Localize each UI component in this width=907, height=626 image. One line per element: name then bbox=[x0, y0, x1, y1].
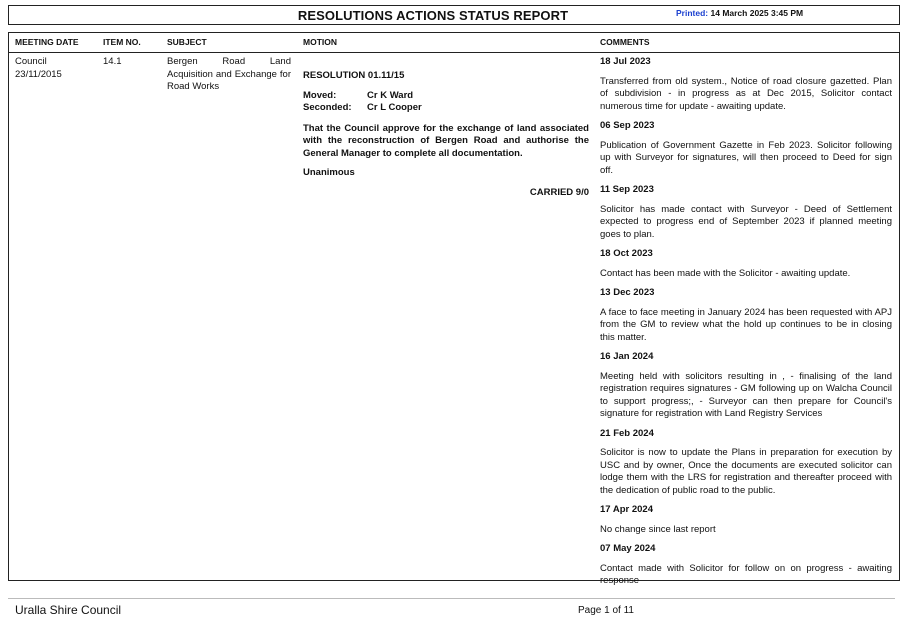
comment-entry: 18 Oct 2023 Contact has been made with th… bbox=[600, 248, 892, 280]
moved-value: Cr K Ward bbox=[367, 89, 414, 101]
col-comments: COMMENTS bbox=[600, 37, 650, 47]
comment-date: 13 Dec 2023 bbox=[600, 287, 655, 298]
comment-date: 11 Sep 2023 bbox=[600, 184, 654, 195]
comment-entry: 18 Jul 2023 Transferred from old system.,… bbox=[600, 56, 892, 113]
comment-text: Contact has been made with the Solicitor… bbox=[600, 267, 851, 279]
comment-text: Contact made with Solicitor for follow o… bbox=[600, 562, 892, 587]
table-header-row: MEETING DATE ITEM NO. SUBJECT MOTION COM… bbox=[9, 33, 899, 53]
comment-text: Meeting held with solicitors resulting i… bbox=[600, 370, 892, 420]
comment-date: 18 Oct 2023 bbox=[600, 248, 653, 259]
comment-date: 16 Jan 2024 bbox=[600, 351, 654, 362]
meeting-cell: Council 23/11/2015 bbox=[15, 56, 62, 81]
comment-entry: 06 Sep 2023 Publication of Government Gaz… bbox=[600, 120, 892, 177]
comment-entry: 21 Feb 2024 Solicitor is now to update th… bbox=[600, 428, 892, 498]
footer-organisation: Uralla Shire Council bbox=[15, 603, 122, 617]
printed-value: 14 March 2025 3:45 PM bbox=[710, 8, 804, 18]
report-header: RESOLUTIONS ACTIONS STATUS REPORT Printe… bbox=[8, 5, 900, 25]
seconded-label: Seconded: bbox=[303, 102, 352, 113]
printed-label: Printed: bbox=[676, 8, 709, 18]
comment-date: 21 Feb 2024 bbox=[600, 427, 654, 439]
col-subject: SUBJECT bbox=[167, 37, 207, 47]
carried-result: CARRIED 9/0 bbox=[529, 186, 589, 198]
comment-entry: 07 May 2024 Contact made with Solicitor f… bbox=[600, 543, 892, 588]
comment-date: 07 May 2024 bbox=[600, 543, 656, 554]
comment-text: No change since last report bbox=[600, 523, 716, 535]
comments-cell: 18 Jul 2023 Transferred from old system.,… bbox=[600, 56, 892, 595]
moved-label: Moved: bbox=[303, 89, 337, 101]
comment-date: 06 Sep 2023 bbox=[600, 120, 655, 131]
vote-result: Unanimous bbox=[303, 167, 355, 178]
comment-text: Transferred from old system., Notice of … bbox=[600, 75, 892, 112]
meeting-date: 23/11/2015 bbox=[15, 68, 62, 80]
comment-date: 18 Jul 2023 bbox=[600, 56, 651, 67]
page-number: Page 1 of 11 bbox=[578, 605, 634, 616]
moved-line: Moved: Cr K Ward bbox=[303, 90, 589, 103]
comment-entry: 17 Apr 2024 No change since last report bbox=[600, 504, 892, 536]
motion-text: That the Council approve for the exchang… bbox=[303, 122, 589, 159]
comment-entry: 13 Dec 2023 A face to face meeting in Jan… bbox=[600, 287, 892, 344]
comment-text: A face to face meeting in January 2024 h… bbox=[600, 306, 892, 343]
footer-divider bbox=[8, 598, 895, 599]
seconded-line: Seconded: Cr L Cooper bbox=[303, 102, 589, 115]
comment-text: Publication of Government Gazette in Feb… bbox=[600, 139, 892, 176]
col-item-no: ITEM NO. bbox=[103, 37, 141, 47]
seconded-value: Cr L Cooper bbox=[367, 102, 422, 113]
comment-date: 17 Apr 2024 bbox=[600, 504, 653, 515]
subject-text: Bergen Road Land Acquisition and Exchang… bbox=[167, 56, 291, 92]
meeting-name: Council bbox=[15, 56, 47, 67]
motion-cell: RESOLUTION 01.11/15 Moved: Cr K Ward Seco… bbox=[303, 56, 589, 199]
comment-entry: 16 Jan 2024 Meeting held with solicitors … bbox=[600, 351, 892, 421]
item-number: 14.1 bbox=[103, 56, 122, 67]
comment-text: Solicitor is now to update the Plans in … bbox=[600, 447, 892, 496]
printed-timestamp: Printed: 14 March 2025 3:45 PM bbox=[676, 8, 803, 18]
comment-text: Solicitor has made contact with Surveyor… bbox=[600, 203, 892, 240]
actions-table: MEETING DATE ITEM NO. SUBJECT MOTION COM… bbox=[8, 32, 900, 586]
col-motion: MOTION bbox=[303, 37, 337, 47]
resolution-number: RESOLUTION 01.11/15 bbox=[303, 70, 405, 81]
col-meeting-date: MEETING DATE bbox=[15, 37, 79, 47]
comment-entry: 11 Sep 2023 Solicitor has made contact wi… bbox=[600, 184, 892, 241]
